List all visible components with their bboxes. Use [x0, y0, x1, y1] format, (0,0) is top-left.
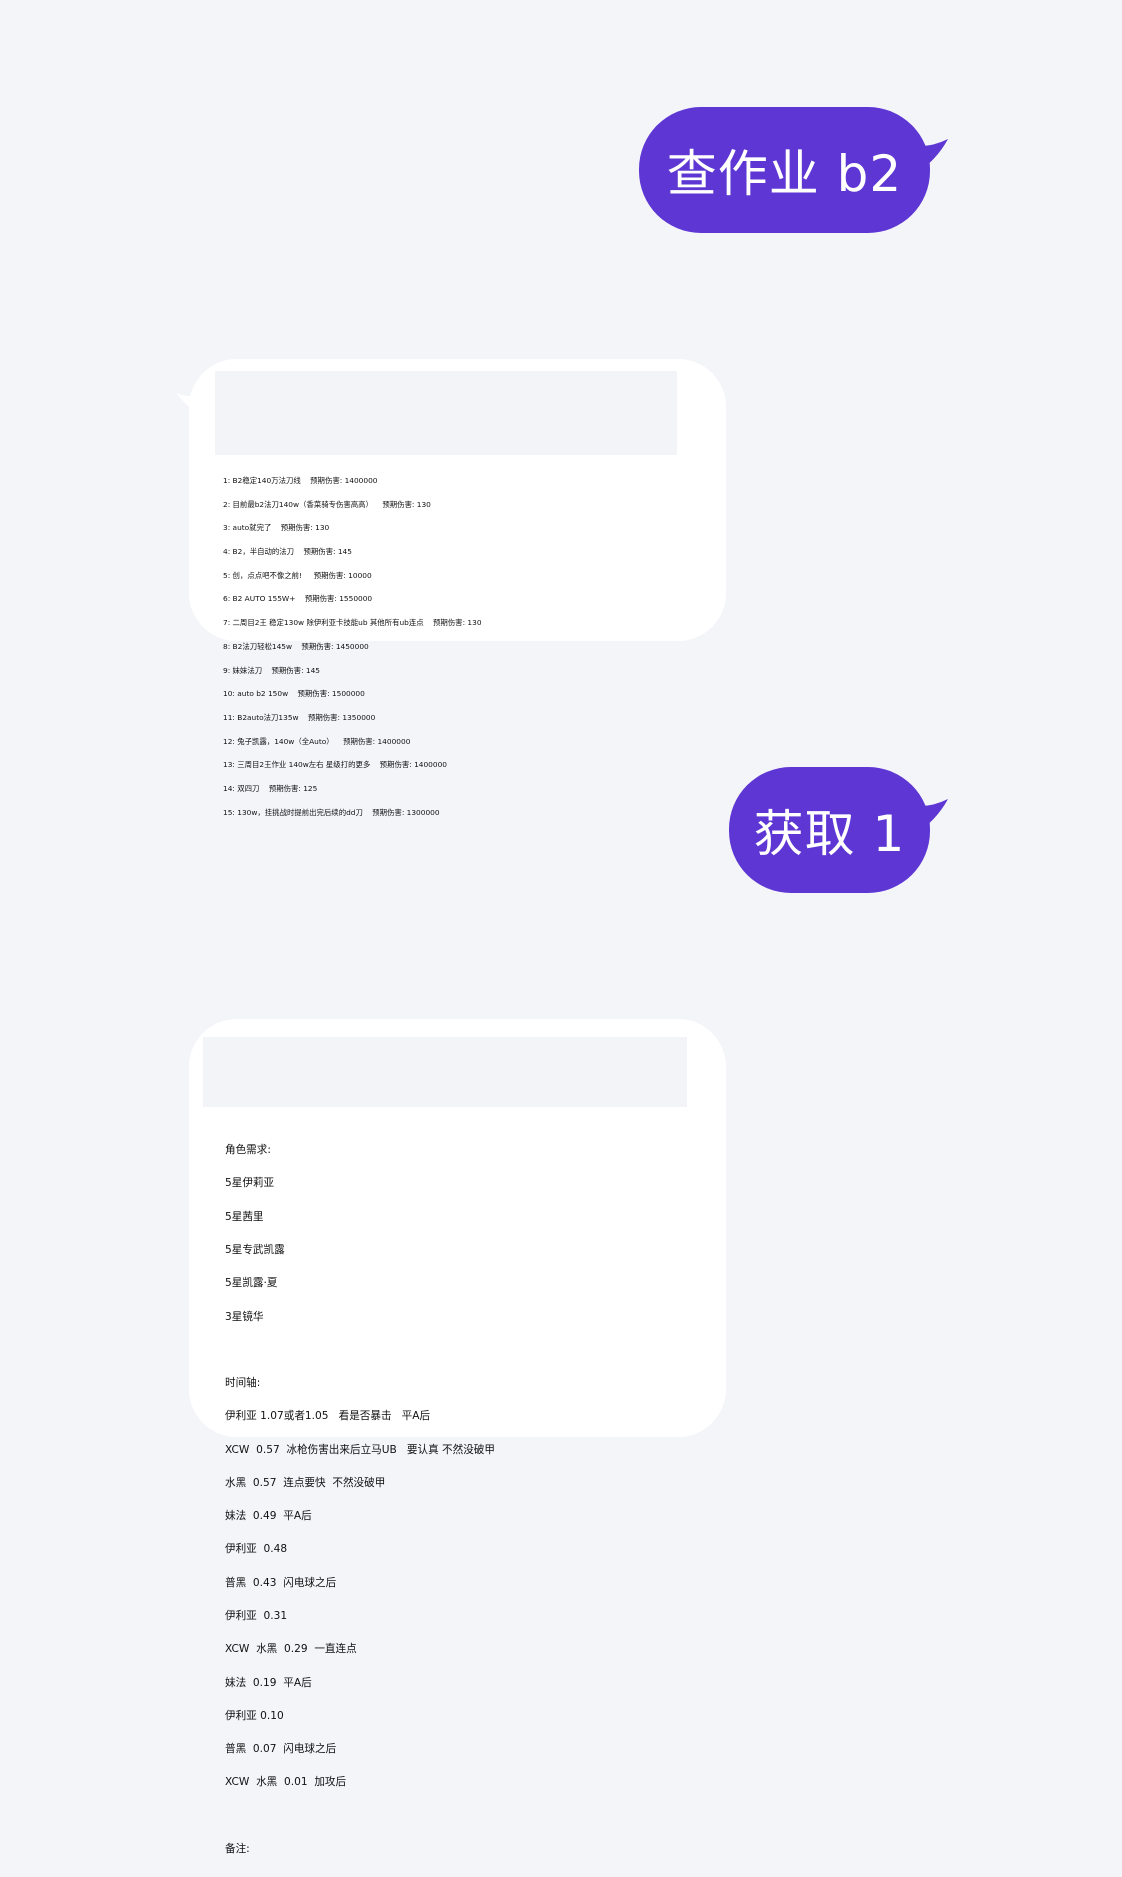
roles-title: 角色需求:: [225, 1144, 271, 1157]
list-item: 8: B2法刀轻松145w 预期伤害: 1450000: [223, 641, 369, 651]
timeline-item: 伊利亚 1.07或者1.05 看是否暴击 平A后: [225, 1410, 431, 1423]
incoming-message-bubble[interactable]: 1: B2稳定140万法刀线 预期伤害: 1400000 2: 目前最b2法刀1…: [177, 359, 726, 816]
bubble-tail-icon: [908, 139, 948, 175]
list-item: 14: 双四刀 预期伤害: 125: [223, 784, 318, 794]
image-header-blank: [215, 371, 677, 455]
outgoing-message-bubble[interactable]: 获取 1: [729, 767, 948, 893]
timeline-item: 普黑 0.07 闪电球之后: [225, 1743, 337, 1756]
list-item: 13: 三周目2王作业 140w左右 星级打的更多 预期伤害: 1400000: [223, 760, 447, 770]
image-header-blank: [203, 1037, 687, 1107]
screenshot-image[interactable]: 1: B2稳定140万法刀线 预期伤害: 1400000 2: 目前最b2法刀1…: [189, 359, 726, 816]
list-item: 7: 二周目2王 稳定130w 除伊利亚卡技能ub 其他所有ub连点 预期伤害:…: [223, 618, 482, 628]
list-item: 9: 妹妹法刀 预期伤害: 145: [223, 665, 321, 675]
role-item: 5星凯露·夏: [225, 1277, 278, 1290]
list-item: 15: 130w，挂挑战时提前出完后续的dd刀 预期伤害: 1300000: [223, 807, 440, 817]
list-item: 2: 目前最b2法刀140w（香菜骑专伤害高高） 预期伤害: 130: [223, 499, 431, 509]
outgoing-message-bubble[interactable]: 查作业 b2: [639, 107, 948, 233]
timeline-item: XCW 水黑 0.29 一直连点: [225, 1643, 357, 1656]
list-item: 3: auto就完了 预期伤害: 130: [223, 523, 330, 533]
notes-title: 备注:: [225, 1842, 250, 1855]
incoming-message-bubble[interactable]: 角色需求: 5星伊莉亚 5星茜里 5星专武凯露 5星凯露·夏 3星镜华 时间轴:…: [189, 1019, 726, 1855]
list-item: 6: B2 AUTO 155W+ 预期伤害: 1550000: [223, 594, 373, 604]
message-text: 获取 1: [753, 805, 906, 863]
role-item: 5星专武凯露: [225, 1244, 285, 1257]
list-item: 1: B2稳定140万法刀线 预期伤害: 1400000: [223, 475, 378, 485]
screenshot-image[interactable]: 角色需求: 5星伊莉亚 5星茜里 5星专武凯露 5星凯露·夏 3星镜华 时间轴:…: [189, 1019, 726, 1855]
timeline-item: 普黑 0.43 闪电球之后: [225, 1576, 337, 1589]
list-item: 11: B2auto法刀135w 预期伤害: 1350000: [223, 713, 376, 722]
timeline-item: XCW 水黑 0.01 加攻后: [225, 1776, 347, 1789]
list-item: 12: 兔子凯露，140w（全Auto） 预期伤害: 1400000: [223, 736, 411, 746]
list-item: 4: B2，半自动的法刀 预期伤害: 145: [223, 546, 352, 556]
timeline-item: XCW 0.57 冰枪伤害出来后立马UB 要认真 不然没破甲: [225, 1443, 495, 1456]
timeline-item: 水黑 0.57 连点要快 不然没破甲: [225, 1476, 386, 1489]
timeline-item: 伊利亚 0.31: [225, 1610, 288, 1623]
timeline-item: 妹法 0.49 平A后: [225, 1510, 312, 1523]
bubble-tail-icon: [908, 799, 948, 835]
list-item: 10: auto b2 150w 预期伤害: 1500000: [223, 689, 365, 699]
list-item: 5: 创，点点吧不像之前! 预期伤害: 10000: [223, 570, 372, 580]
timeline-item: 伊利亚 0.10: [225, 1709, 284, 1722]
role-item: 3星镜华: [225, 1310, 264, 1323]
timeline-item: 伊利亚 0.48: [225, 1543, 288, 1556]
role-item: 5星茜里: [225, 1210, 264, 1223]
homework-detail: 角色需求: 5星伊莉亚 5星茜里 5星专武凯露 5星凯露·夏 3星镜华 时间轴:…: [225, 1123, 495, 1877]
timeline-title: 时间轴:: [225, 1377, 261, 1390]
timeline-item: 妹法 0.19 平A后: [225, 1676, 312, 1689]
chat-thread: 查作业 b2 1: B2稳定140万法刀线 预期伤害: 1400000 2: 目…: [0, 0, 1122, 1855]
role-item: 5星伊莉亚: [225, 1177, 275, 1190]
message-text: 查作业 b2: [666, 145, 903, 203]
homework-list: 1: B2稳定140万法刀线 预期伤害: 1400000 2: 目前最b2法刀1…: [223, 461, 482, 833]
